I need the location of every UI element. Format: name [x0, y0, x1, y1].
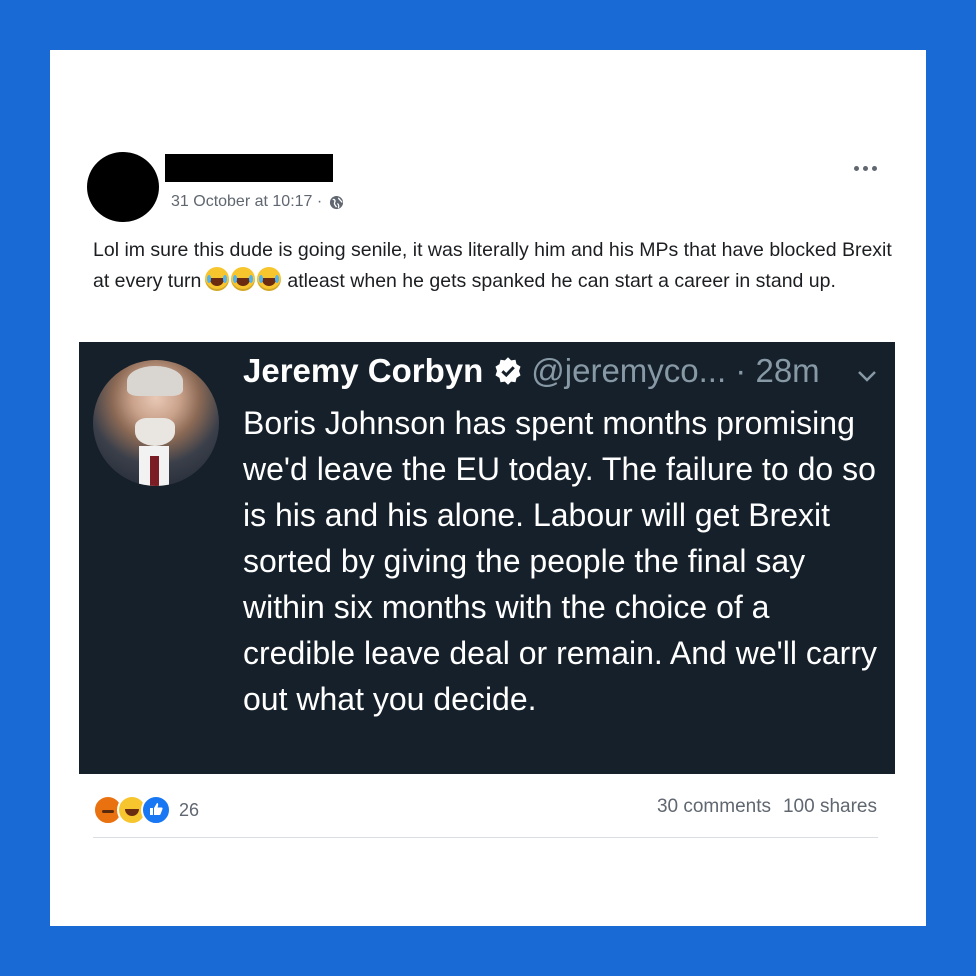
post-meta: 31 October at 10:17 ·: [171, 193, 344, 211]
tweet-body: Boris Johnson has spent months promising…: [243, 405, 877, 717]
shares-count-link[interactable]: 100 shares: [783, 796, 877, 818]
tweet-handle-time: @jeremyco... · 28m: [531, 352, 820, 389]
redacted-avatar[interactable]: [87, 152, 159, 222]
redacted-author-name[interactable]: [165, 154, 333, 182]
emoji-row: [205, 267, 282, 291]
divider: [93, 837, 878, 838]
post-timestamp[interactable]: 31 October at 10:17 ·: [171, 193, 322, 211]
reactions-summary[interactable]: 26: [93, 795, 199, 825]
laughing-emoji-icon: [231, 267, 256, 291]
comments-count-link[interactable]: 30 comments: [657, 796, 771, 818]
tweet-author-avatar: [93, 360, 219, 486]
laughing-emoji-icon: [257, 267, 282, 291]
facebook-post-card: 31 October at 10:17 · Lol im sure this d…: [50, 50, 926, 926]
post-text-part2: atleast when he gets spanked he can star…: [287, 270, 836, 292]
globe-icon: [330, 195, 344, 209]
post-text: Lol im sure this dude is going senile, i…: [93, 235, 893, 297]
like-react-icon: [141, 795, 171, 825]
chevron-down-icon[interactable]: [856, 368, 878, 384]
tweet-author-name: Jeremy Corbyn: [243, 352, 484, 389]
tweet-header: Jeremy Corbyn @jeremyco... · 28m: [243, 352, 820, 390]
more-options-icon[interactable]: [854, 159, 884, 177]
laughing-emoji-icon: [205, 267, 230, 291]
tweet-screenshot[interactable]: Jeremy Corbyn @jeremyco... · 28m Boris J…: [79, 342, 895, 774]
reaction-count: 26: [179, 799, 200, 820]
post-stats: 30 comments 100 shares: [657, 796, 877, 818]
verified-badge-icon: [495, 357, 521, 385]
